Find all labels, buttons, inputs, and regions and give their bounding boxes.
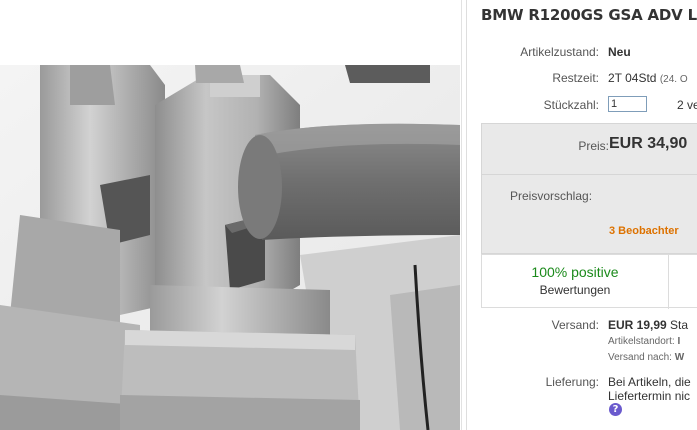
- image-gallery: [0, 0, 466, 430]
- condition-value: Neu: [608, 45, 631, 59]
- quantity-label: Stückzahl:: [543, 98, 599, 112]
- item-info-panel: BMW R1200GS GSA ADV LE Artikelzustand: N…: [466, 0, 697, 430]
- offer-box: Preisvorschlag: 3 Beobachter: [481, 175, 697, 254]
- delivery-label: Lieferung:: [545, 375, 599, 389]
- delivery-line-1: Bei Artikeln, die: [608, 375, 691, 389]
- seller-feedback-box: 100% positive Bewertungen: [481, 254, 697, 309]
- condition-label: Artikelzustand:: [520, 45, 599, 59]
- ships-to-row: Versand nach: W: [467, 352, 697, 372]
- price-value: EUR 34,90: [609, 135, 688, 152]
- watchers-link[interactable]: 3 Beobachter: [609, 225, 679, 237]
- time-left-row: Restzeit: 2T 04Std (24. O: [467, 71, 697, 91]
- delivery-line-2: Liefertermin nic: [608, 389, 691, 403]
- feedback-divider: [668, 255, 669, 309]
- shipping-cost: EUR 19,99 Sta: [608, 318, 689, 332]
- ships-to-label: Versand nach: W: [608, 352, 685, 363]
- price-label: Preis:: [578, 139, 609, 153]
- condition-row: Artikelzustand: Neu: [467, 45, 697, 65]
- product-photo[interactable]: [0, 65, 460, 430]
- time-left-label: Restzeit:: [552, 71, 599, 85]
- quantity-input[interactable]: [608, 96, 647, 112]
- shipping-cost-suffix: Sta: [670, 318, 689, 332]
- price-box: Preis: EUR 34,90: [481, 123, 697, 175]
- ships-to-value: W: [674, 352, 685, 363]
- shipping-label: Versand:: [551, 318, 599, 332]
- location-value: I: [677, 336, 681, 347]
- offer-label: Preisvorschlag:: [510, 189, 593, 203]
- feedback-percent[interactable]: 100% positive: [482, 264, 668, 280]
- quantity-available: 2 ve: [677, 98, 697, 112]
- time-left-date: (24. O: [659, 74, 688, 85]
- location-label: Artikelstandort: I: [608, 336, 681, 347]
- time-left-value: 2T 04Std (24. O: [608, 71, 688, 85]
- delivery-row-2: Liefertermin nic: [467, 389, 697, 409]
- quantity-row: Stückzahl: 2 ve: [467, 96, 697, 118]
- item-title: BMW R1200GS GSA ADV LE: [481, 6, 697, 24]
- shipping-row: Versand: EUR 19,99 Sta: [467, 318, 697, 338]
- feedback-label: Bewertungen: [539, 283, 611, 297]
- help-icon[interactable]: ?: [609, 403, 622, 416]
